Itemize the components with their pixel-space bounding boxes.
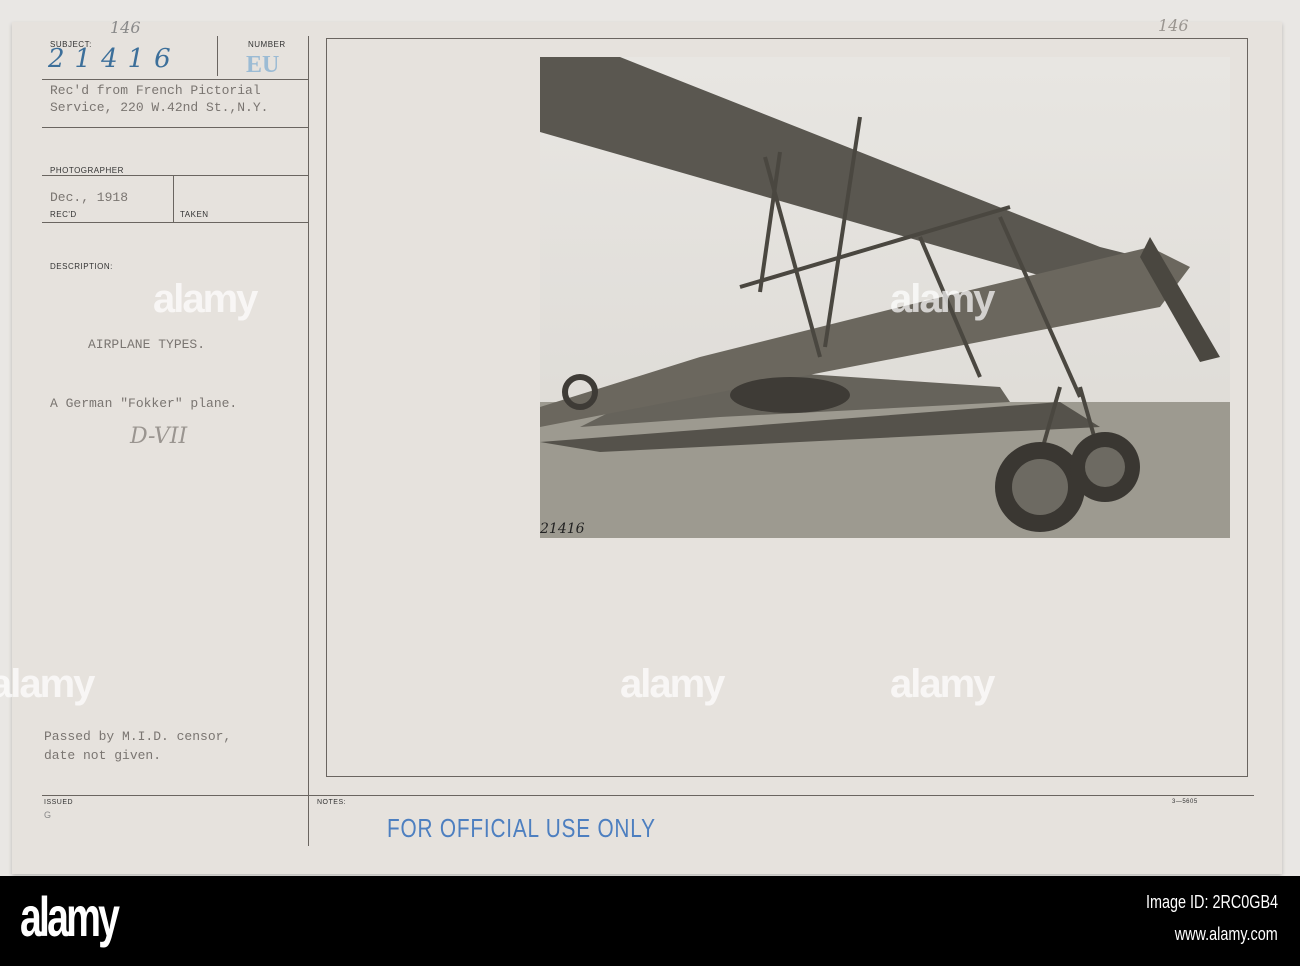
subject-note: 146 <box>110 18 141 37</box>
issued-value: G <box>44 810 52 820</box>
censor-line1: Passed by M.I.D. censor, <box>44 729 232 744</box>
watermark: alamy <box>0 662 95 706</box>
recd-label: REC'D <box>50 210 77 219</box>
photographer-label: PHOTOGRAPHER <box>50 166 124 175</box>
image-id: Image ID: 2RC0GB4 <box>1145 892 1278 912</box>
description-text: A German "Fokker" plane. <box>50 396 238 411</box>
description-label: DESCRIPTION: <box>50 262 113 271</box>
photo-number: 21416 <box>540 521 585 537</box>
form-number: 3—5605 <box>1172 799 1198 805</box>
site-url[interactable]: www.alamy.com <box>1175 924 1278 945</box>
alamy-logo: alamy <box>20 885 120 948</box>
received-from-line2: Service, 220 W.42nd St.,N.Y. <box>50 100 269 115</box>
corner-note: 146 <box>1158 16 1189 35</box>
watermark: alamy <box>153 277 258 321</box>
received-from-line1: Rec'd from French Pictorial <box>50 83 261 98</box>
official-use-stamp: FOR OFFICIAL USE ONLY <box>387 813 656 843</box>
watermark: alamy <box>890 662 995 706</box>
subject-number: 21416 <box>48 44 181 74</box>
watermark: alamy <box>620 662 725 706</box>
notes-label: NOTES: <box>317 799 347 806</box>
description-title: AIRPLANE TYPES. <box>88 337 206 352</box>
footer-bar: alamy Image ID: 2RC0GB4 www.alamy.com <box>0 876 1300 966</box>
censor-line2: date not given. <box>44 748 162 763</box>
issued-label: ISSUED <box>44 799 74 806</box>
handwritten-model: D-VII <box>130 424 188 449</box>
watermark: alamy <box>890 277 995 321</box>
airplane-photo: 21416 <box>540 57 1230 538</box>
received-date: Dec., 1918 <box>50 190 129 205</box>
number-stamp: EU <box>246 52 280 78</box>
number-label: NUMBER <box>248 40 286 49</box>
taken-label: TAKEN <box>180 210 209 219</box>
